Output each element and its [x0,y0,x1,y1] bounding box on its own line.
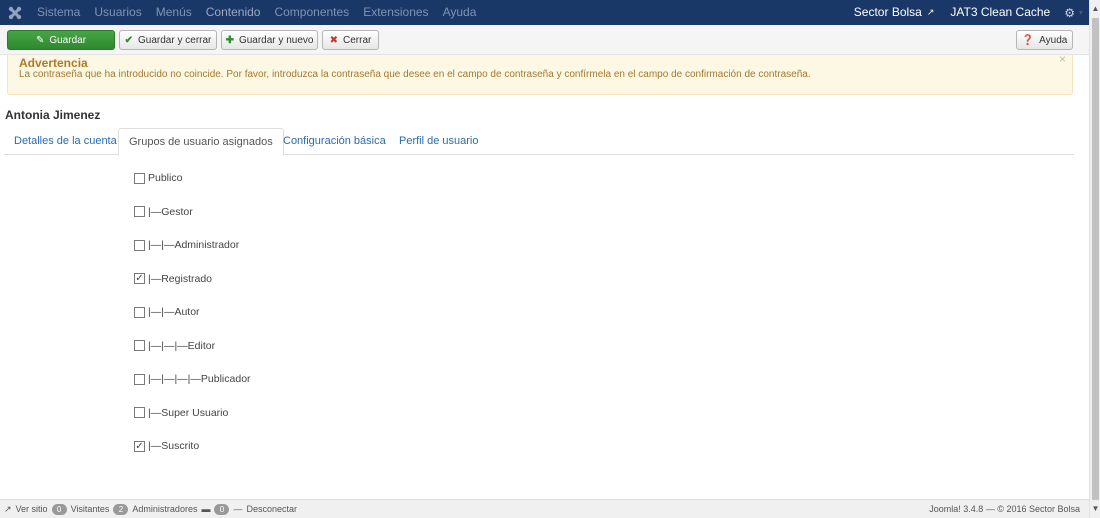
page-title: Antonia Jimenez [5,108,101,122]
list-item: |—Super Usuario [134,402,354,424]
save-new-label: Guardar y nuevo [238,34,314,46]
group-checkbox[interactable] [134,172,145,184]
check-icon: ✔ [124,34,134,46]
edit-icon: ✎ [35,34,45,46]
version-text: Joomla! 3.4.8 — © 2016 Sector Bolsa [929,504,1080,514]
alert-title: Advertencia [19,56,88,70]
admins-label: Administradores [132,504,198,514]
close-icon[interactable]: × [1059,52,1066,66]
warning-alert: Advertencia La contraseña que ha introdu… [7,52,1073,95]
help-button[interactable]: ❓ Ayuda [1016,30,1073,50]
group-checkbox[interactable] [134,306,145,318]
external-link-icon: ↗ [4,503,12,514]
page-scrollbar[interactable]: ▲ ▼ [1089,0,1100,518]
top-navbar: Sistema Usuarios Menús Contenido Compone… [0,0,1089,25]
tab-account-details[interactable]: Detalles de la cuenta [4,128,127,155]
settings-dropdown[interactable]: ⚙ ▾ [1058,6,1089,20]
group-checkbox[interactable] [134,206,145,217]
save-close-button[interactable]: ✔ Guardar y cerrar [119,30,217,50]
tab-bar: Detalles de la cuenta Grupos de usuario … [4,128,1074,156]
logout-label: Desconectar [246,504,297,514]
caret-down-icon: ▾ [1078,8,1083,17]
menu-contenido[interactable]: Contenido [199,0,268,25]
list-item: |—|—Administrador [134,234,354,256]
group-label: |—Super Usuario [148,406,229,419]
plus-icon: ✚ [225,34,234,46]
close-label: Cerrar [343,34,372,46]
tab-user-profile[interactable]: Perfil de usuario [389,128,489,155]
group-checkbox[interactable] [134,340,145,351]
save-button[interactable]: ✎ Guardar [7,30,115,50]
scrollbar-thumb[interactable] [1092,18,1099,500]
alert-message: La contraseña que ha introducido no coin… [19,69,811,80]
list-item: Publico [134,167,354,189]
site-link-label: Sector Bolsa [853,5,922,19]
list-item: ✓ |—Registrado [134,268,354,290]
list-item: ✓ |—Suscrito [134,435,354,457]
logout-link[interactable]: — Desconectar [233,504,297,514]
cancel-icon: ✖ [329,34,339,46]
group-checkbox[interactable]: ✓ [134,440,145,452]
admins-badge: 2 [113,503,129,515]
visitors-label: Visitantes [70,504,110,514]
messages-status[interactable]: ▬ 0 [201,503,230,515]
group-label: |—|—|—|—Publicador [148,373,251,385]
menu-sistema[interactable]: Sistema [30,0,87,25]
save-close-label: Guardar y cerrar [138,34,212,46]
status-bar: ↗ Ver sitio 0 Visitantes 2 Administrador… [0,499,1089,518]
list-item: |—Gestor [134,201,354,223]
close-button[interactable]: ✖ Cerrar [322,30,379,50]
visitors-badge: 0 [51,503,67,515]
list-item: |—|—|—|—Publicador [134,368,354,390]
envelope-icon: ▬ [201,504,211,514]
gear-icon: ⚙ [1064,5,1075,20]
list-item: |—|—Autor [134,301,354,323]
scroll-down-icon[interactable]: ▼ [1090,502,1100,516]
joomla-logo-icon[interactable] [0,0,30,25]
group-label: |—Gestor [148,205,193,218]
minus-icon: — [233,504,243,514]
group-checkbox[interactable]: ✓ [134,273,145,284]
scroll-up-icon[interactable]: ▲ [1090,2,1100,16]
visitors-status: 0 Visitantes [51,503,110,515]
group-label: |—Suscrito [148,440,200,452]
main-menu: Sistema Usuarios Menús Contenido Compone… [30,0,483,25]
question-icon: ❓ [1021,34,1035,46]
group-label: |—|—|—Editor [148,339,216,352]
view-site-label: Ver sitio [15,504,48,514]
menu-usuarios[interactable]: Usuarios [87,0,148,25]
group-checkbox[interactable] [134,373,145,385]
navbar-right: Sector Bolsa ↗ JAT3 Clean Cache ⚙ ▾ [846,0,1089,25]
group-label: |—Registrado [148,272,213,285]
group-label: Publico [148,172,183,184]
help-label: Ayuda [1039,34,1068,46]
menu-ayuda[interactable]: Ayuda [436,0,484,25]
external-link-icon: ↗ [926,7,935,17]
group-checkbox[interactable] [134,407,145,418]
view-site-link[interactable]: ↗ Ver sitio [4,504,48,515]
list-item: |—|—|—Editor [134,335,354,357]
menu-menus[interactable]: Menús [149,0,199,25]
save-label: Guardar [49,34,87,46]
group-label: |—|—Administrador [148,239,240,251]
menu-extensiones[interactable]: Extensiones [356,0,435,25]
group-checkbox[interactable] [134,239,145,251]
save-new-button[interactable]: ✚ Guardar y nuevo [221,30,318,50]
admins-status: 2 Administradores [113,503,198,515]
site-link[interactable]: Sector Bolsa ↗ [846,0,943,25]
group-label: |—|—Autor [148,306,200,318]
cache-link[interactable]: JAT3 Clean Cache [942,0,1058,25]
tab-assigned-groups[interactable]: Grupos de usuario asignados [118,128,284,156]
messages-badge: 0 [214,503,230,515]
tab-basic-settings[interactable]: Configuración básica [273,128,396,155]
menu-componentes[interactable]: Componentes [267,0,356,25]
action-toolbar: ✎ Guardar ✔ Guardar y cerrar ✚ Guardar y… [0,25,1089,55]
